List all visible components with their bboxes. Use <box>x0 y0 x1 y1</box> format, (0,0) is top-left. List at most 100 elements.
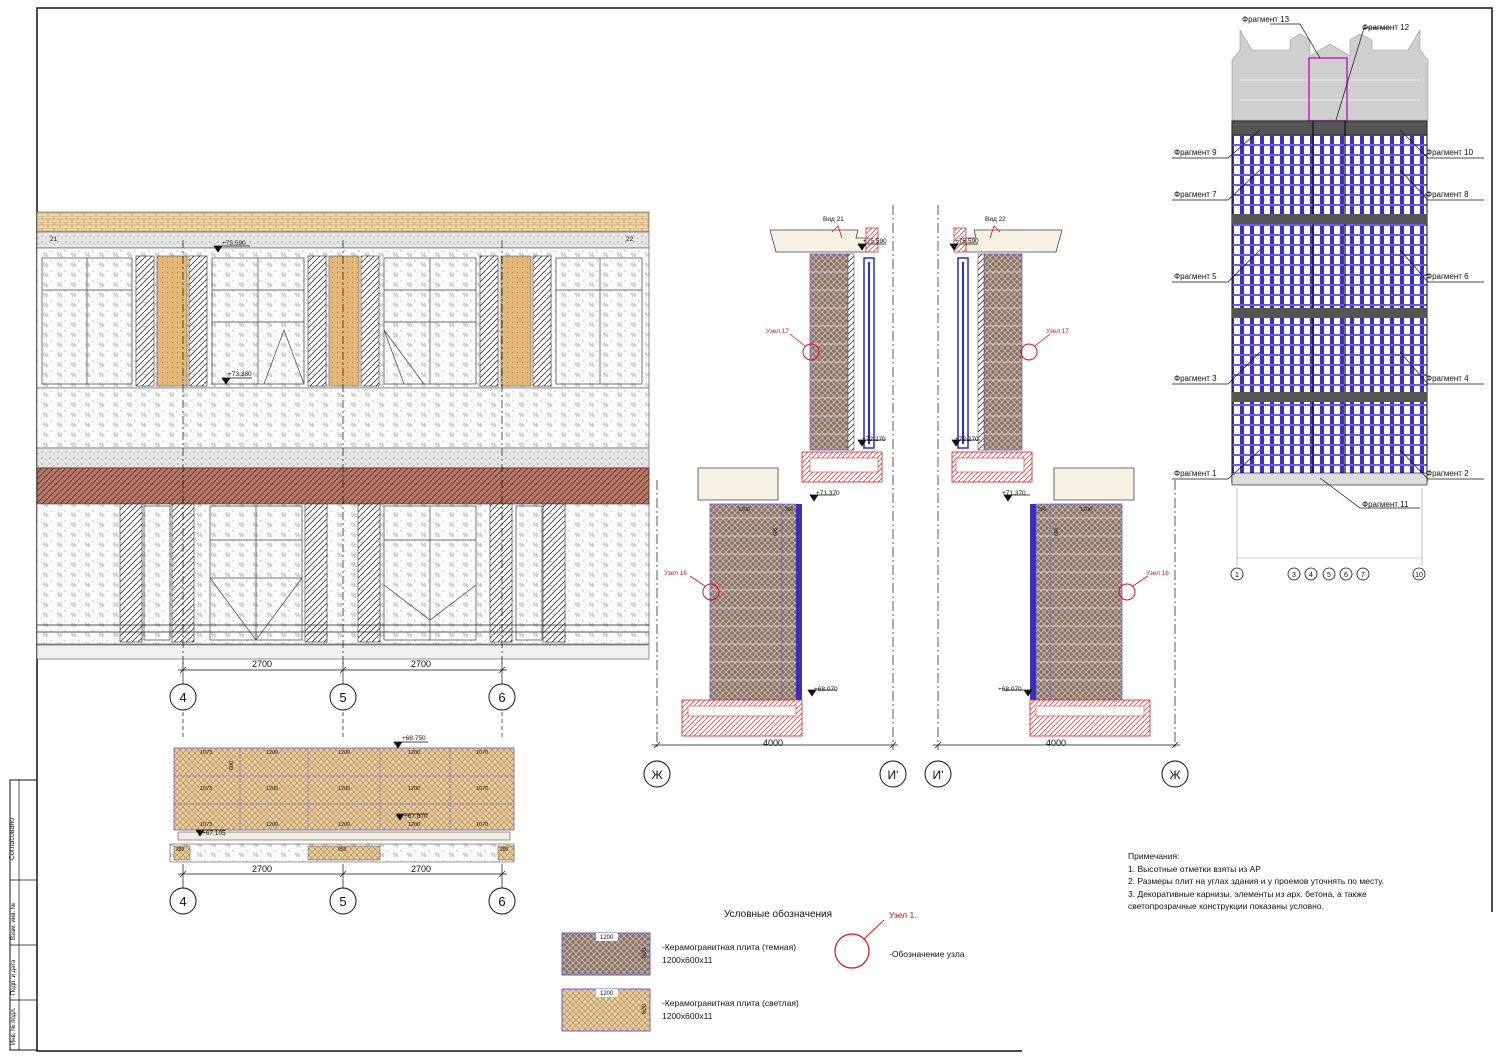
sl-mark-low: +71.370 <box>816 490 840 497</box>
blank-area <box>1022 912 1500 1061</box>
sr-tile-w: 1200 <box>1080 507 1092 513</box>
frag-3: Фрагмент 3 <box>1174 374 1217 383</box>
sr-mark-low: +71.370 <box>1002 490 1026 497</box>
sr-axis-b: Ж <box>1169 768 1180 782</box>
stamp-sign: Подп. и дата <box>11 959 17 995</box>
legend-dark-h: 600 <box>642 947 648 958</box>
frag-5: Фрагмент 5 <box>1174 272 1217 281</box>
mini-axis-7: 7 <box>1361 572 1365 579</box>
sr-view: Вид 22 <box>985 216 1006 223</box>
plan-dim-2: 2700 <box>411 864 431 874</box>
sl-axis-a: Ж <box>651 768 662 782</box>
section-right: Вид 22 +75.590 +72.270 Узел 17 +71.370 1… <box>924 205 1189 788</box>
sl-mark-mid: +72.270 <box>862 436 886 443</box>
plan-r2-c3: 1200 <box>338 786 350 792</box>
facade-mark-mid: +73.380 <box>228 371 252 378</box>
note-3: 3. Декоративные карнизы, элементы из арх… <box>1128 888 1367 899</box>
sr-mark-top: +75.590 <box>955 238 979 245</box>
legend-dark-w: 1200 <box>600 935 614 941</box>
legend-light-line2: 1200х600х11 <box>662 1011 713 1021</box>
legend-light-line1: -Керамогранитная плита (светлая) <box>662 998 799 1008</box>
plan-axis-5: 5 <box>339 894 346 909</box>
plan-r2-c4: 1200 <box>408 786 420 792</box>
frag-12: Фрагмент 12 <box>1362 23 1410 32</box>
mini-axis-4: 4 <box>1309 572 1313 579</box>
frag-7: Фрагмент 7 <box>1174 190 1217 199</box>
mini-axis-1: 1 <box>1235 572 1239 579</box>
sl-node-17: Узел 17 <box>766 328 789 335</box>
sr-node-16: Узел 16 <box>1146 570 1169 577</box>
plan-r2-c2: 1200 <box>266 786 278 792</box>
note-3b: светопрозрачные конструкции показаны усл… <box>1128 901 1324 911</box>
frag-2: Фрагмент 2 <box>1426 469 1469 478</box>
plan-mark-a: +68.750 <box>402 735 426 742</box>
legend-title: Условные обозначения <box>724 909 833 920</box>
sr-node-17: Узел 17 <box>1046 328 1069 335</box>
sr-tile-h: 600 <box>1054 527 1060 536</box>
facade-elevation: +75.590 +73.380 21 22 2700 2700 4 5 6 <box>36 211 650 740</box>
sl-mark-bot: +68.070 <box>814 686 838 693</box>
stamp-agreed: Согласовано <box>9 818 16 860</box>
plan-axis-6: 6 <box>498 894 505 909</box>
sl-view: Вид 21 <box>823 216 844 223</box>
sr-dim: 4000 <box>1046 738 1066 748</box>
note-2: 2. Размеры плит на углах здания и у прое… <box>1128 876 1384 886</box>
notes: Примечания: 1. Высотные отметки взяты из… <box>1128 850 1428 913</box>
plan-dim-1: 2700 <box>252 864 272 874</box>
facade-axis-4: 4 <box>179 690 186 705</box>
plan-mark-c: +67.105 <box>202 830 226 837</box>
legend-dark-line2: 1200х600х11 <box>662 955 713 965</box>
sr-mark-bot: +68.070 <box>998 686 1022 693</box>
sl-axis-b: И' <box>888 768 899 782</box>
sl-mark-top: +75.590 <box>863 238 887 245</box>
frag-4: Фрагмент 4 <box>1426 374 1469 383</box>
stamp-inv: Инв. № подл. <box>10 1007 17 1045</box>
facade-axis-6: 6 <box>498 690 505 705</box>
sr-mark-mid: +72.270 <box>955 436 979 443</box>
facade-mark-top: +75.590 <box>222 240 246 247</box>
tile-plan: 1073 1200 1200 1200 1070 1073 1200 1200 … <box>169 735 516 915</box>
mini-axis-6: 6 <box>1344 572 1348 579</box>
plan-r3-c1: 1073 <box>200 822 212 828</box>
sl-tile-h: 600 <box>773 527 779 536</box>
facade-dim-2: 2700 <box>411 659 431 669</box>
mini-axis-5: 5 <box>1327 572 1331 579</box>
frag-13: Фрагмент 13 <box>1242 15 1290 24</box>
facade-axis-right: 22 <box>626 236 634 243</box>
plan-bottom-3: 280 <box>500 847 509 853</box>
plan-v600: 600 <box>229 761 235 770</box>
plan-r1-c5: 1070 <box>476 750 488 756</box>
legend-light-w: 1200 <box>600 991 614 997</box>
sl-node-16: Узел 16 <box>664 570 687 577</box>
mini-axis-10: 10 <box>1415 572 1423 579</box>
legend-light-h: 600 <box>642 1003 648 1014</box>
plan-r3-c5: 1070 <box>476 822 488 828</box>
sr-axis-a: И' <box>933 768 944 782</box>
plan-r2-c5: 1070 <box>476 786 488 792</box>
sr-tile-side: 266 <box>1038 507 1047 513</box>
plan-r2-c1: 1073 <box>200 786 212 792</box>
legend-light-text: -Керамогранитная плита (светлая) 1200х60… <box>662 997 799 1023</box>
frag-10: Фрагмент 10 <box>1426 148 1474 157</box>
frag-9: Фрагмент 9 <box>1174 148 1217 157</box>
legend-node-circle <box>834 933 870 969</box>
stamp-replace: Взам. инв. № <box>10 903 17 940</box>
plan-r1-c4: 1200 <box>408 750 420 756</box>
note-1: 1. Высотные отметки взяты из АР <box>1128 863 1261 874</box>
frag-8: Фрагмент 8 <box>1426 190 1469 199</box>
plan-r3-c3: 1200 <box>338 822 350 828</box>
sl-tile-side: 266 <box>785 507 794 513</box>
sl-tile-w: 1200 <box>738 507 750 513</box>
mini-axis-3: 3 <box>1292 572 1296 579</box>
plan-r3-c2: 1200 <box>266 822 278 828</box>
frag-1: Фрагмент 1 <box>1174 469 1217 478</box>
facade-axis-left: 21 <box>50 236 58 243</box>
plan-bottom-2: 950 <box>338 847 347 853</box>
legend-dark-text: -Керамогранитная плита (темная) 1200х600… <box>662 941 796 967</box>
frag-11: Фрагмент 11 <box>1362 500 1409 509</box>
plan-r3-c4: 1200 <box>408 822 420 828</box>
notes-title: Примечания: <box>1128 851 1180 861</box>
section-left: Вид 21 +75.590 +72.270 Узел 17 +71.370 1… <box>643 205 907 788</box>
legend-dark-line1: -Керамогранитная плита (темная) <box>662 942 797 952</box>
plan-r1-c2: 1200 <box>266 750 278 756</box>
